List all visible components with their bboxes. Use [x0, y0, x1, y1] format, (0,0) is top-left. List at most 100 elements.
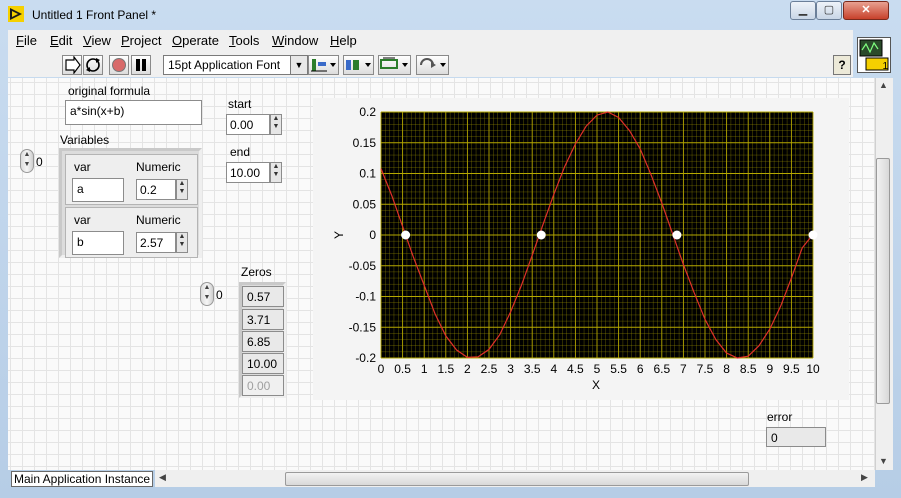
x-tick-label: 1.5	[437, 362, 454, 376]
menu-window[interactable]: Window	[272, 33, 318, 48]
start-input[interactable]: 0.00	[226, 114, 270, 135]
y-tick-label: 0.2	[359, 105, 376, 119]
close-button[interactable]: ✕	[843, 1, 889, 20]
zeros-label: Zeros	[241, 265, 272, 279]
vertical-scroll-thumb[interactable]	[876, 158, 890, 404]
graph-svg[interactable]: 0 0.5 1 1.5 2 2.5 3 3.5 4 4.5 5 5.5 6 6.5 7 7.5 8 8.5 9 9.5…	[313, 98, 849, 400]
zeros-index-stepper[interactable]: ▲ ▼	[200, 282, 214, 306]
labview-app-icon	[8, 6, 24, 22]
menu-accelerator: O	[172, 33, 183, 48]
y-tick-label: 0	[369, 228, 376, 242]
y-tick-label: -0.2	[355, 351, 376, 365]
menu-label-rest: ile	[23, 33, 37, 48]
context-help-button[interactable]: ?	[833, 55, 851, 75]
var-name-input[interactable]: b	[72, 231, 124, 255]
menu-accelerator: P	[121, 33, 130, 48]
end-input[interactable]: 10.00	[226, 162, 270, 183]
x-tick-label: 2	[464, 362, 471, 376]
formula-label: original formula	[68, 84, 151, 98]
abort-icon[interactable]	[109, 55, 129, 75]
run-continuously-icon[interactable]	[83, 55, 103, 75]
x-tick-label: 9.5	[783, 362, 800, 376]
numeric-input[interactable]: 2.57	[136, 232, 176, 253]
minimize-button[interactable]: ▁	[790, 1, 816, 20]
zero-crossing-marker	[401, 230, 411, 240]
zeros-index[interactable]: 0	[216, 288, 223, 302]
var-name-input[interactable]: a	[72, 178, 124, 202]
zeros-value: 0.57	[242, 286, 284, 307]
xy-graph[interactable]: 0 0.5 1 1.5 2 2.5 3 3.5 4 4.5 5 5.5 6 6.5 7 7.5 8 8.5 9 9.5…	[313, 98, 849, 400]
y-tick-label: 0.15	[353, 136, 377, 150]
menu-file[interactable]: File	[16, 33, 37, 48]
scroll-down-icon[interactable]: ▼	[879, 456, 888, 466]
vi-icon[interactable]: 1	[857, 37, 891, 73]
toolbar: 15pt Application Font ▼	[8, 52, 853, 77]
menu-tools[interactable]: Tools	[229, 33, 259, 48]
pause-icon[interactable]	[131, 55, 151, 75]
numeric-label: Numeric	[136, 160, 181, 174]
align-objects-icon[interactable]	[308, 55, 339, 75]
variable-cluster: var Numeric a 0.2 ▲ ▼	[65, 154, 198, 205]
formula-input[interactable]: a*sin(x+b)	[65, 100, 202, 125]
numeric-stepper[interactable]: ▲ ▼	[176, 179, 188, 200]
window-title: Untitled 1 Front Panel *	[32, 8, 157, 22]
variables-index-stepper[interactable]: ▲ ▼	[20, 149, 34, 173]
x-tick-label: 2.5	[481, 362, 498, 376]
y-tick-label: 0.05	[353, 197, 377, 211]
end-stepper[interactable]: ▲ ▼	[270, 162, 282, 183]
numeric-label: Numeric	[136, 213, 181, 227]
menu-project[interactable]: Project	[121, 33, 161, 48]
numeric-stepper[interactable]: ▲ ▼	[176, 232, 188, 253]
x-tick-label: 8.5	[740, 362, 757, 376]
menu-label-rest: roject	[129, 33, 162, 48]
x-tick-label: 4	[550, 362, 557, 376]
x-tick-label: 10	[806, 362, 820, 376]
variables-label: Variables	[60, 133, 110, 147]
menu-accelerator: F	[16, 33, 24, 48]
reorder-icon[interactable]	[416, 55, 449, 75]
numeric-input[interactable]: 0.2	[136, 179, 176, 200]
x-tick-label: 6	[637, 362, 644, 376]
menu-help[interactable]: Help	[330, 33, 357, 48]
start-stepper[interactable]: ▲ ▼	[270, 114, 282, 135]
menu-accelerator: E	[50, 33, 59, 48]
scroll-up-icon[interactable]: ▲	[879, 80, 888, 90]
font-select[interactable]: 15pt Application Font ▼	[163, 55, 308, 75]
var-label: var	[74, 160, 91, 174]
resize-objects-icon[interactable]	[378, 55, 411, 75]
menu-label-rest: perate	[182, 33, 219, 48]
zero-crossing-marker	[672, 230, 682, 240]
maximize-button[interactable]: ▢	[816, 1, 842, 20]
variable-cluster: var Numeric b 2.57 ▲ ▼	[65, 207, 198, 258]
x-tick-label: 5	[594, 362, 601, 376]
y-tick-label: 0.1	[359, 167, 376, 181]
x-tick-label: 0	[378, 362, 385, 376]
run-arrow-icon[interactable]	[62, 55, 82, 75]
menu-label-rest: ools	[235, 33, 260, 48]
horizontal-scroll-thumb[interactable]	[285, 472, 749, 486]
y-tick-label: -0.15	[349, 320, 377, 334]
menu-accelerator: H	[330, 33, 340, 48]
scroll-right-icon[interactable]: ▶	[861, 472, 868, 483]
x-tick-label: 6.5	[653, 362, 670, 376]
x-tick-label: 5.5	[610, 362, 627, 376]
menu-view[interactable]: View	[83, 33, 111, 48]
zeros-value: 6.85	[242, 331, 284, 352]
zeros-value: 3.71	[242, 309, 284, 330]
zeros-value: 10.00	[242, 353, 284, 374]
x-tick-label: 0.5	[394, 362, 411, 376]
chevron-down-icon[interactable]: ▼	[290, 56, 307, 74]
variables-index[interactable]: 0	[36, 155, 43, 169]
menu-operate[interactable]: Operate	[172, 33, 219, 48]
menu-label-rest: dit	[58, 33, 73, 48]
error-indicator: 0	[766, 427, 826, 447]
x-tick-label: 8	[723, 362, 730, 376]
error-label: error	[767, 410, 793, 424]
x-tick-label: 1	[421, 362, 428, 376]
x-tick-label: 4.5	[567, 362, 584, 376]
menu-accelerator: W	[272, 33, 285, 48]
scroll-left-icon[interactable]: ◀	[159, 472, 166, 483]
menu-edit[interactable]: Edit	[50, 33, 72, 48]
title-bar: Untitled 1 Front Panel * ▁ ▢ ✕	[0, 0, 901, 30]
distribute-objects-icon[interactable]	[343, 55, 374, 75]
